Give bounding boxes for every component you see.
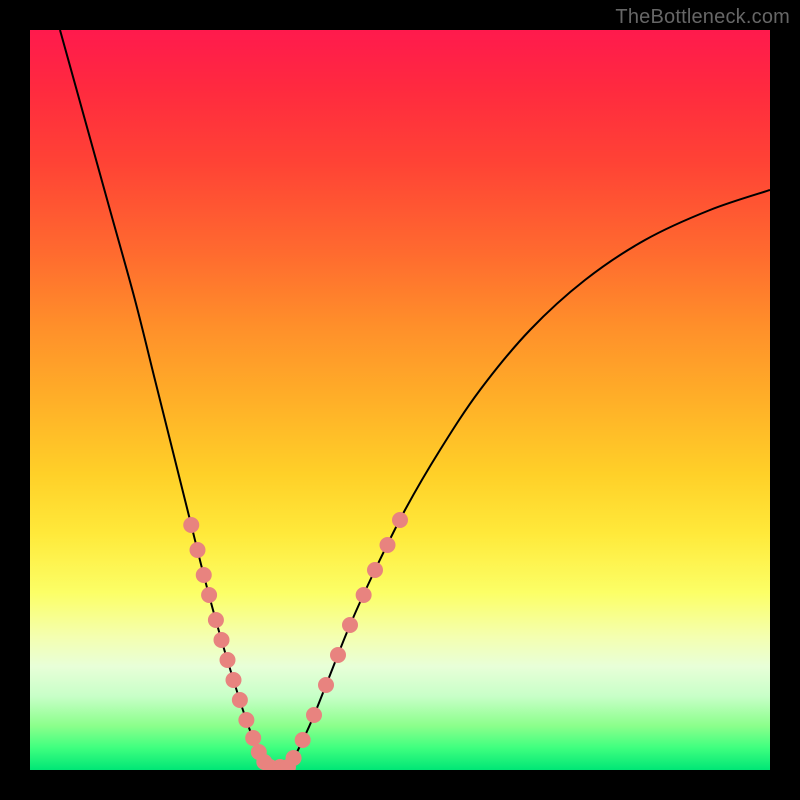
- data-dot: [232, 692, 248, 708]
- data-dot: [356, 587, 372, 603]
- data-dot: [380, 537, 396, 553]
- curve-layer: [60, 30, 770, 768]
- watermark-text: TheBottleneck.com: [615, 6, 790, 29]
- data-dot: [245, 730, 261, 746]
- dots-layer: [183, 512, 408, 770]
- data-dot: [318, 677, 334, 693]
- data-dot: [201, 587, 217, 603]
- data-dot: [214, 632, 230, 648]
- data-dot: [208, 612, 224, 628]
- data-dot: [330, 647, 346, 663]
- data-dot: [196, 567, 212, 583]
- chart-plot-area: [30, 30, 770, 770]
- chart-svg: [30, 30, 770, 770]
- data-dot: [367, 562, 383, 578]
- data-dot: [295, 732, 311, 748]
- data-dot: [342, 617, 358, 633]
- data-dot: [190, 542, 206, 558]
- data-dot: [306, 707, 322, 723]
- data-dot: [220, 652, 236, 668]
- curve-left-curve: [60, 30, 268, 768]
- curve-right-curve: [288, 190, 770, 768]
- data-dot: [183, 517, 199, 533]
- data-dot: [226, 672, 242, 688]
- data-dot: [238, 712, 254, 728]
- data-dot: [392, 512, 408, 528]
